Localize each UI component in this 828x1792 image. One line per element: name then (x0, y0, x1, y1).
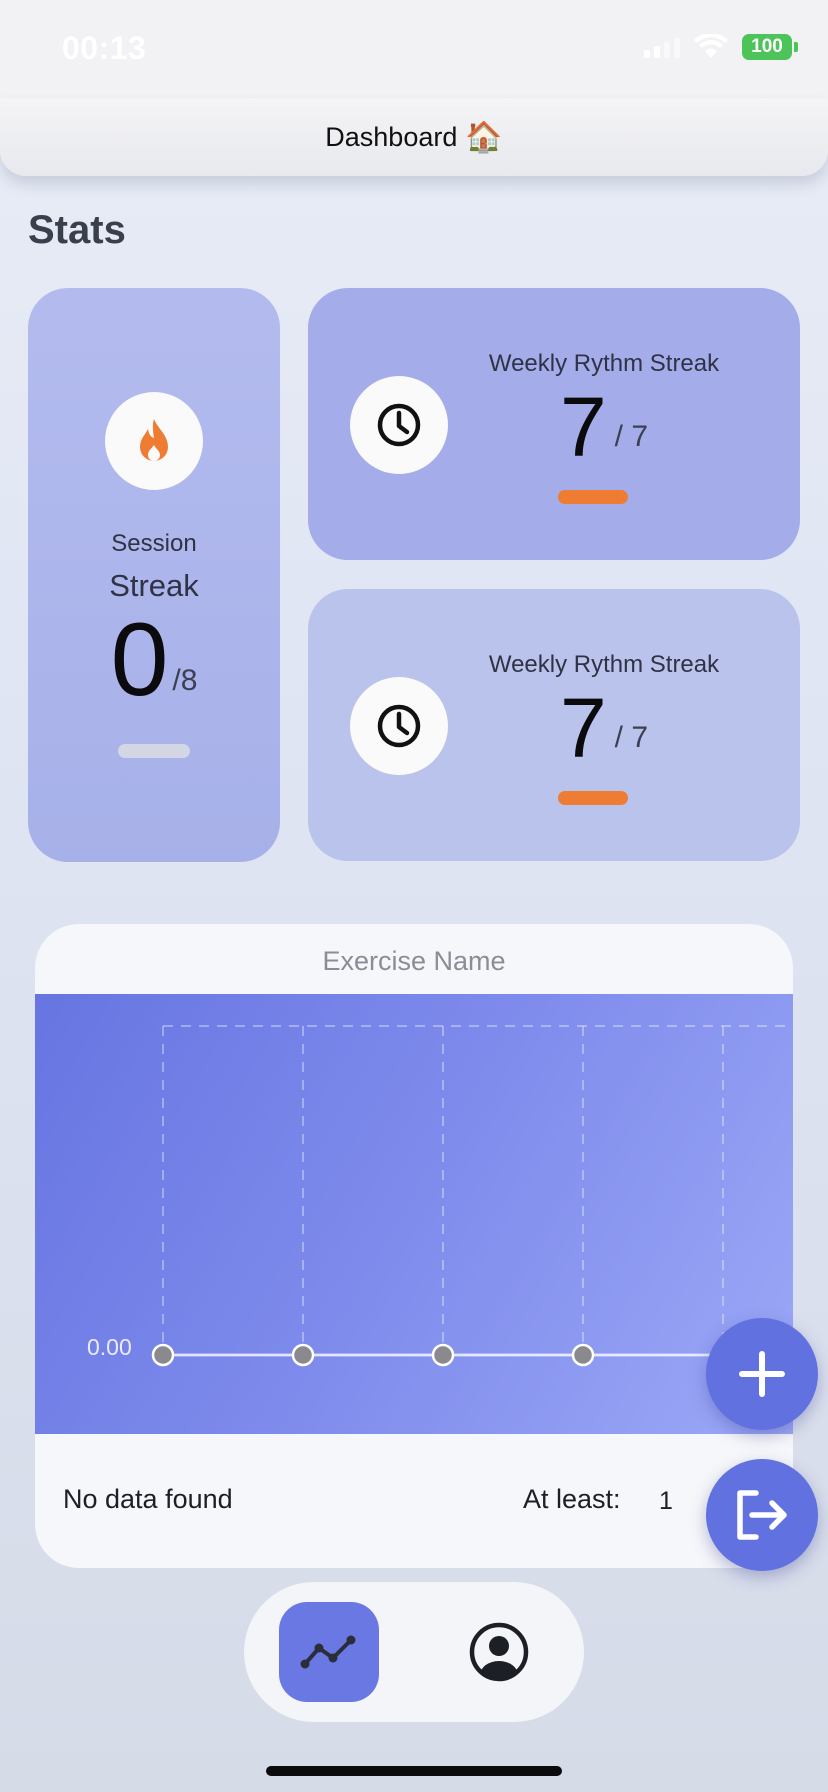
session-streak-card: Session Streak 0 /8 (28, 288, 280, 862)
exercise-chart-card: Exercise Name 0.00 No data found At leas… (35, 924, 793, 1568)
app-header: Dashboard 🏠 (0, 98, 828, 176)
exercise-name-title[interactable]: Exercise Name (35, 946, 793, 977)
session-progress-bar (118, 744, 190, 758)
battery-icon: 100 (742, 34, 798, 60)
weekly-streak-label: Weekly Rythm Streak (488, 651, 720, 678)
weekly-progress-bar (558, 791, 628, 805)
streak-label: Streak (109, 568, 199, 603)
logout-button[interactable] (706, 1459, 818, 1571)
clock-icon (350, 677, 448, 775)
chart-data-point (151, 1343, 175, 1367)
weekly-value-group: 7 / 7 (448, 681, 760, 775)
y-tick-label: 0.00 (87, 1334, 132, 1360)
weekly-streak-value: 7 (559, 380, 607, 474)
session-streak-total: /8 (172, 664, 198, 697)
weekly-streak-total: / 7 (614, 721, 649, 754)
section-title-stats: Stats (28, 208, 126, 252)
bottom-tab-bar (244, 1582, 584, 1722)
status-icons: 100 (644, 34, 798, 60)
tab-profile[interactable] (449, 1602, 549, 1702)
chart-data-point (431, 1343, 455, 1367)
home-indicator (266, 1766, 562, 1776)
at-least-value[interactable]: 1 (659, 1487, 673, 1516)
session-value-group: 0 /8 (28, 602, 280, 718)
wifi-icon (694, 34, 728, 58)
chart-data-point (291, 1343, 315, 1367)
line-chart-icon (300, 1635, 356, 1669)
no-data-message: No data found (63, 1484, 233, 1514)
chart-data-point (571, 1343, 595, 1367)
session-label: Session (111, 530, 197, 557)
status-time: 00:13 (62, 30, 147, 66)
flame-icon (105, 392, 203, 490)
weekly-streak-label: Weekly Rythm Streak (488, 350, 720, 377)
weekly-streak-value: 7 (559, 681, 607, 775)
weekly-progress-bar (558, 490, 628, 504)
logout-icon (737, 1490, 787, 1540)
house-icon: 🏠 (465, 120, 503, 154)
tab-stats[interactable] (279, 1602, 379, 1702)
weekly-streak-card: Weekly Rythm Streak 7 / 7 (308, 589, 800, 861)
status-bar: 00:13 100 (0, 0, 828, 100)
clock-icon (350, 376, 448, 474)
weekly-streak-card: Weekly Rythm Streak 7 / 7 (308, 288, 800, 560)
plus-icon (739, 1351, 785, 1397)
weekly-streak-total: / 7 (614, 420, 649, 453)
user-icon (469, 1622, 529, 1682)
session-streak-value: 0 (110, 602, 169, 718)
signal-icon (644, 36, 680, 58)
line-chart-svg: 0.00 (87, 1025, 793, 1367)
weekly-value-group: 7 / 7 (448, 380, 760, 474)
at-least-label: At least: (523, 1484, 621, 1514)
line-chart: 0.00 (35, 994, 793, 1434)
page-title: Dashboard (325, 121, 458, 152)
add-button[interactable] (706, 1318, 818, 1430)
